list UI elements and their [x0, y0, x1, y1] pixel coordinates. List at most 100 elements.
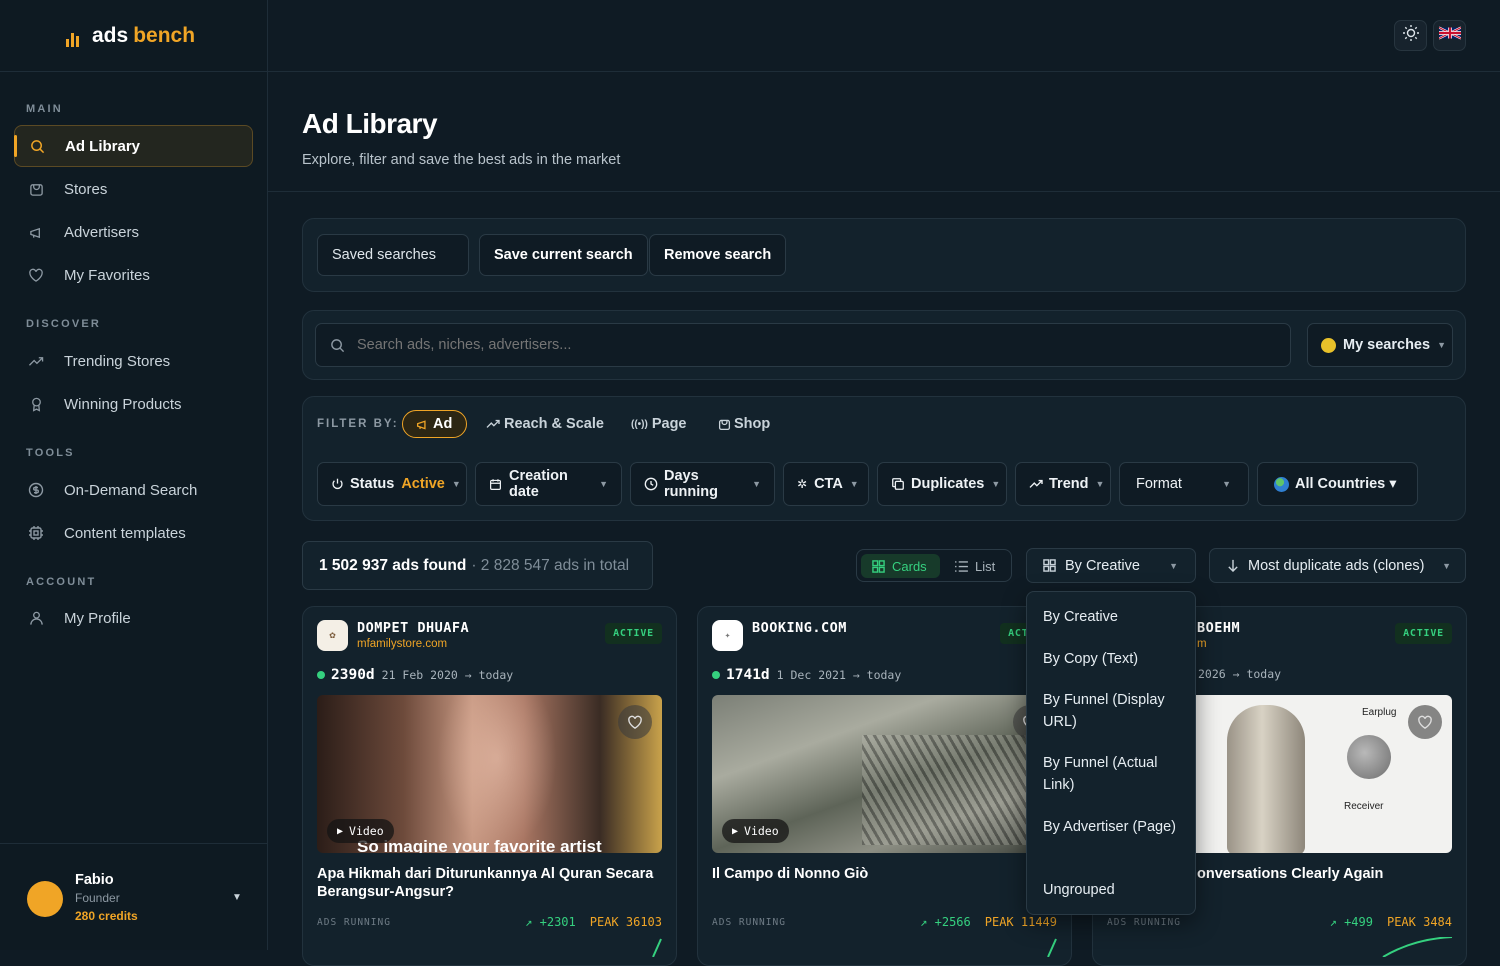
trend-up-icon: ↗	[920, 915, 935, 929]
group-option-by-creative[interactable]: By Creative	[1043, 606, 1188, 628]
ad-stats: ADS RUNNING ↗ +2566 PEAK 11449	[712, 915, 1057, 929]
avatar	[27, 881, 63, 917]
duplicates-filter[interactable]: Duplicates ▼	[877, 462, 1007, 506]
sidebar-item-on-demand-search[interactable]: On-Demand Search	[14, 469, 253, 511]
trend-up-icon: ↗	[1329, 915, 1345, 929]
growth: ↗ +499	[1330, 915, 1373, 929]
growth: ↗ +2301	[525, 915, 576, 929]
favorite-button[interactable]	[1408, 705, 1442, 739]
theme-toggle-button[interactable]	[1394, 20, 1427, 51]
days-running: 2026 → today	[1198, 667, 1281, 681]
save-current-search-button[interactable]: Save current search	[479, 234, 648, 276]
group-option-ungrouped[interactable]: Ungrouped	[1043, 879, 1188, 901]
filter-tab-label: Page	[651, 416, 687, 432]
group-by-dropdown-menu: By Creative By Copy (Text) By Funnel (Di…	[1026, 591, 1196, 915]
status-filter[interactable]: Status Active ▼	[317, 462, 467, 506]
days-running-filter[interactable]: Days running ▼	[630, 462, 775, 506]
sidebar-item-label: Advertisers	[64, 223, 140, 241]
results-total: · 2 828 547 ads in total	[471, 556, 630, 574]
user-menu[interactable]: Fabio Founder 280 credits ▼	[0, 843, 267, 950]
media-label-receiver: Receiver	[1344, 801, 1384, 812]
ad-stats: ADS RUNNING ↗ +499 PEAK 3484	[1107, 915, 1452, 929]
ad-card[interactable]: ✿ DOMPET DHUAFA mfamilystore.com ACTIVE …	[302, 606, 677, 966]
logo-bars-icon	[66, 31, 79, 47]
sidebar-item-stores[interactable]: Stores	[14, 168, 253, 210]
view-cards-label: Cards	[892, 558, 927, 574]
ad-title: Il Campo di Nonno Giò	[712, 866, 869, 882]
sidebar-item-label: Stores	[64, 180, 108, 198]
media-highlight	[437, 695, 557, 853]
filter-tab-label: Ad	[433, 416, 453, 432]
sidebar-item-favorites[interactable]: My Favorites	[14, 254, 253, 296]
countries-filter[interactable]: All Countries ▾	[1257, 462, 1418, 506]
grid-icon	[872, 559, 885, 573]
search-input[interactable]	[357, 337, 1290, 353]
brand-logo[interactable]: ads bench	[0, 0, 267, 72]
search-icon	[29, 138, 45, 154]
sidebar-item-my-profile[interactable]: My Profile	[14, 597, 253, 639]
my-searches-dropdown[interactable]: My searches ▼	[1307, 323, 1453, 367]
status-filter-value: Active	[401, 476, 445, 492]
filter-tab-ad[interactable]: Ad	[402, 410, 468, 438]
format-select[interactable]: Format ▼	[1119, 462, 1249, 506]
megaphone-icon	[416, 418, 429, 431]
heart-icon	[28, 267, 44, 283]
advertiser-domain[interactable]: m	[1197, 638, 1207, 650]
user-role: Founder	[75, 891, 120, 905]
sidebar-item-trending-stores[interactable]: Trending Stores	[14, 340, 253, 382]
caret-down-icon: ▼	[599, 479, 608, 489]
advertiser-name: BOEHM	[1197, 620, 1241, 636]
sidebar-item-advertisers[interactable]: Advertisers	[14, 211, 253, 253]
cta-filter[interactable]: ✲ CTA ▼	[783, 462, 869, 506]
remove-search-button[interactable]: Remove search	[649, 234, 787, 276]
trend-filter[interactable]: Trend ▼	[1015, 462, 1111, 506]
ad-media[interactable]: ▶ Video	[712, 695, 1057, 853]
group-option-by-funnel-actual[interactable]: By Funnel (Actual Link)	[1043, 752, 1188, 796]
group-by-select[interactable]: By Creative ▼	[1026, 548, 1196, 583]
media-caption: So imagine your favorite artist	[357, 837, 602, 853]
saved-searches-panel: Saved searches Save current search Remov…	[302, 218, 1466, 292]
sort-select[interactable]: Most duplicate ads (clones) ▼	[1209, 548, 1466, 583]
earplug-shape	[1347, 735, 1391, 779]
peak-value: PEAK 3484	[1386, 915, 1452, 929]
group-option-by-funnel-display[interactable]: By Funnel (Display URL)	[1043, 689, 1188, 733]
favorite-button[interactable]	[618, 705, 652, 739]
group-option-by-advertiser[interactable]: By Advertiser (Page)	[1043, 816, 1188, 838]
megaphone-icon	[28, 224, 44, 240]
creation-date-filter[interactable]: Creation date ▼	[475, 462, 622, 506]
filter-tab-shop[interactable]: Shop	[718, 410, 770, 438]
days-running-label: Days running	[664, 468, 718, 500]
sidebar-item-label: Trending Stores	[64, 352, 171, 370]
sidebar-item-winning-products[interactable]: Winning Products	[14, 383, 253, 425]
saved-searches-select[interactable]: Saved searches	[317, 234, 469, 276]
view-cards-button[interactable]: Cards	[861, 554, 940, 578]
search-box[interactable]	[315, 323, 1291, 367]
sidebar-item-label: On-Demand Search	[64, 481, 198, 499]
video-tag-label: Video	[349, 824, 384, 838]
advertiser-name: DOMPET DHUAFA	[357, 620, 470, 636]
caret-down-icon: ▼	[849, 479, 859, 489]
view-list-button[interactable]: List	[955, 554, 995, 578]
days-running: 1741d 1 Dec 2021 → today	[712, 667, 901, 683]
advertiser-logo-mark: ✿	[329, 631, 336, 640]
user-icon	[28, 610, 44, 626]
sidebar-item-label: Winning Products	[64, 395, 182, 413]
dollar-icon	[28, 482, 44, 498]
advertiser-logo: ✿	[317, 620, 348, 651]
sidebar-item-label: Ad Library	[65, 137, 141, 155]
ad-media[interactable]: So imagine your favorite artist ▶ Video	[317, 695, 662, 853]
sidebar-item-ad-library[interactable]: Ad Library	[14, 125, 253, 167]
header-divider	[268, 191, 1500, 192]
ad-card[interactable]: ✦ BOOKING.COM ACTIVE 1741d 1 Dec 2021 → …	[697, 606, 1072, 966]
sidebar-item-content-templates[interactable]: Content templates	[14, 512, 253, 554]
filter-tab-reach[interactable]: Reach & Scale	[486, 410, 604, 438]
filter-tab-label: Reach & Scale	[504, 416, 604, 432]
group-option-by-copy[interactable]: By Copy (Text)	[1043, 648, 1188, 670]
media-texture	[862, 735, 1052, 845]
cpu-icon	[28, 525, 44, 541]
filter-tab-label: Shop	[734, 416, 771, 432]
language-button[interactable]	[1433, 20, 1466, 51]
copy-icon	[891, 477, 905, 491]
filter-tab-page[interactable]: ((•)) Page	[631, 410, 687, 438]
advertiser-domain[interactable]: mfamilystore.com	[357, 638, 447, 650]
